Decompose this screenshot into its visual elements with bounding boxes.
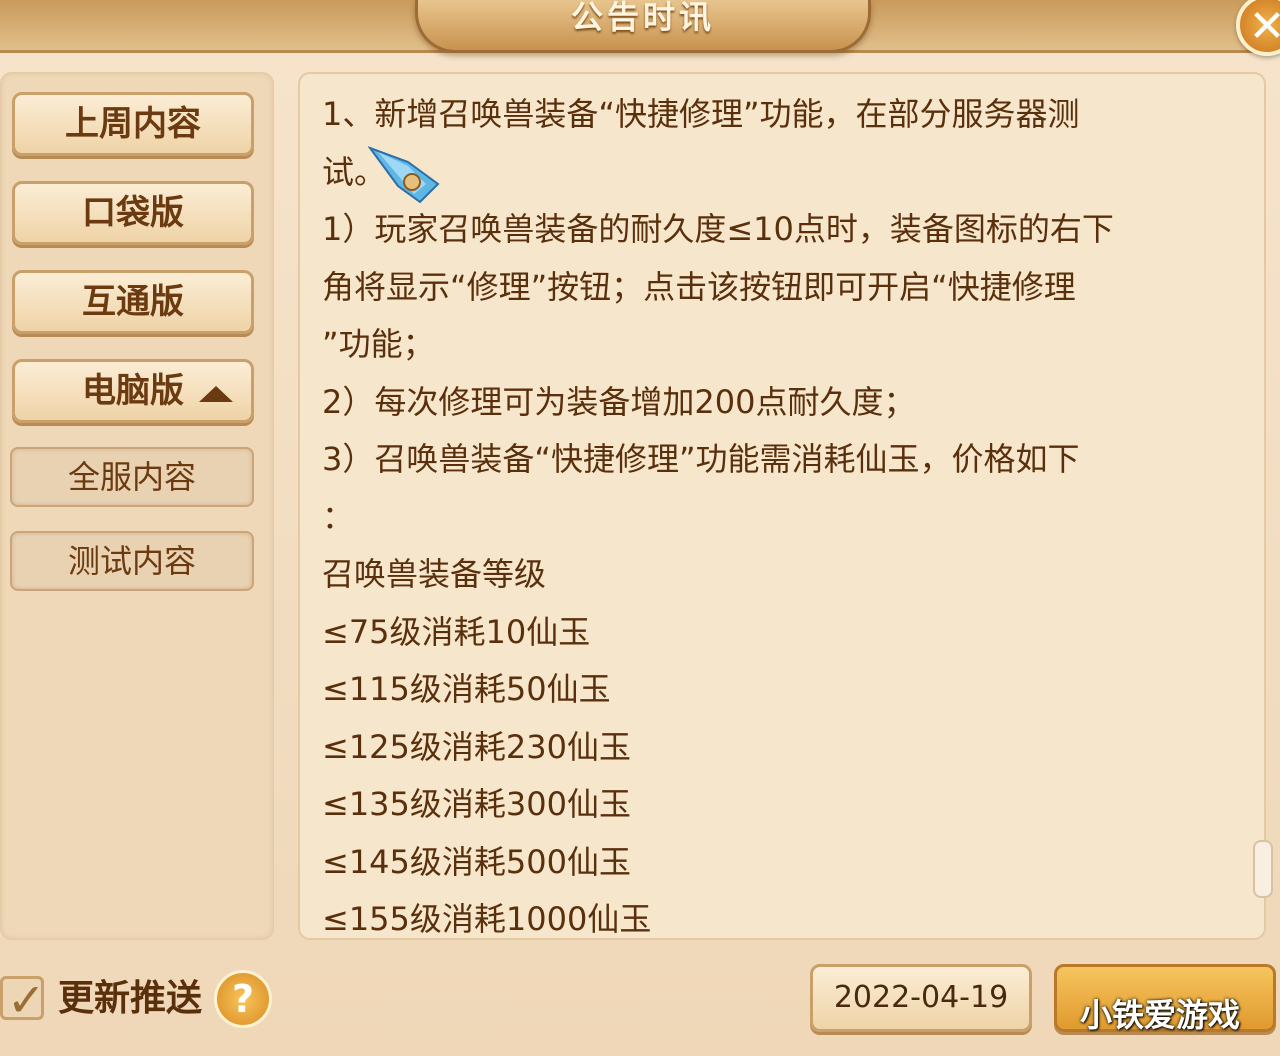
content-line: ”功能；	[322, 325, 435, 363]
content-line: 2）每次修理可为装备增加200点耐久度；	[322, 382, 916, 421]
sidebar-item-label: 上周内容	[65, 104, 201, 144]
window-title: 公告时讯	[570, 0, 715, 36]
subitem-label: 全服内容	[67, 458, 196, 496]
push-label: 更新推送	[58, 978, 203, 1019]
content-line: 1）玩家召唤兽装备的耐久度≤10点时，装备图标的右下	[322, 210, 1114, 248]
content-line: 召唤兽装备等级	[322, 555, 547, 593]
subitem-all-servers[interactable]: 全服内容	[10, 447, 254, 507]
title-plate: 公告时讯	[415, 0, 871, 53]
push-checkbox[interactable]: ✓	[0, 973, 46, 1027]
subitem-label: 测试内容	[67, 542, 196, 580]
sidebar-item-pocket[interactable]: 口袋版	[12, 181, 254, 245]
sidebar-item-pc[interactable]: 电脑版	[12, 359, 254, 423]
content-line: 3）召唤兽装备“快捷修理”功能需消耗仙玉，价格如下	[322, 440, 1080, 478]
content-line: 试。	[322, 152, 387, 191]
sidebar-item-last-week[interactable]: 上周内容	[12, 92, 254, 156]
pet-cursor-icon	[367, 144, 444, 206]
announcement-window: 公告时讯 ✕ 上周内容 口袋版 互通版 电脑版 全服内容 测试内容 1、新增召唤…	[0, 0, 1280, 1056]
title-bar: 公告时讯	[0, 0, 1280, 53]
help-icon[interactable]: ?	[214, 970, 272, 1028]
sidebar-item-crossplay[interactable]: 互通版	[12, 270, 254, 334]
content-line: ≤145级消耗500仙玉	[322, 842, 631, 881]
date-button-prev[interactable]: 2022-04-19	[810, 964, 1032, 1032]
content-line: 角将显示“修理”按钮；点击该按钮即可开启“快捷修理	[322, 267, 1076, 306]
sidebar-item-label: 口袋版	[82, 193, 184, 233]
content-line: ≤135级消耗300仙玉	[322, 785, 631, 823]
caret-up-icon	[199, 386, 233, 402]
announcement-text: 1、新增召唤兽装备“快捷修理”功能，在部分服务器测 试。 1）玩家召唤兽装备的耐…	[322, 86, 1242, 938]
content-line: 1、新增召唤兽装备“快捷修理”功能，在部分服务器测	[322, 95, 1080, 133]
scrollbar-thumb[interactable]	[1253, 840, 1273, 898]
content-line: ≤125级消耗230仙玉	[322, 727, 631, 766]
subitem-test-content[interactable]: 测试内容	[10, 531, 254, 591]
sidebar-item-label: 电脑版	[82, 371, 184, 411]
content-line: ：	[322, 497, 355, 536]
watermark: 小铁爱游戏	[1080, 996, 1241, 1034]
content-line: ≤75级消耗10仙玉	[322, 612, 591, 651]
content-line: ≤115级消耗50仙玉	[322, 670, 611, 708]
content-line: ≤155级消耗1000仙玉	[322, 900, 652, 938]
sidebar-item-label: 互通版	[82, 282, 184, 322]
checkmark-icon: ✓	[7, 973, 46, 1027]
